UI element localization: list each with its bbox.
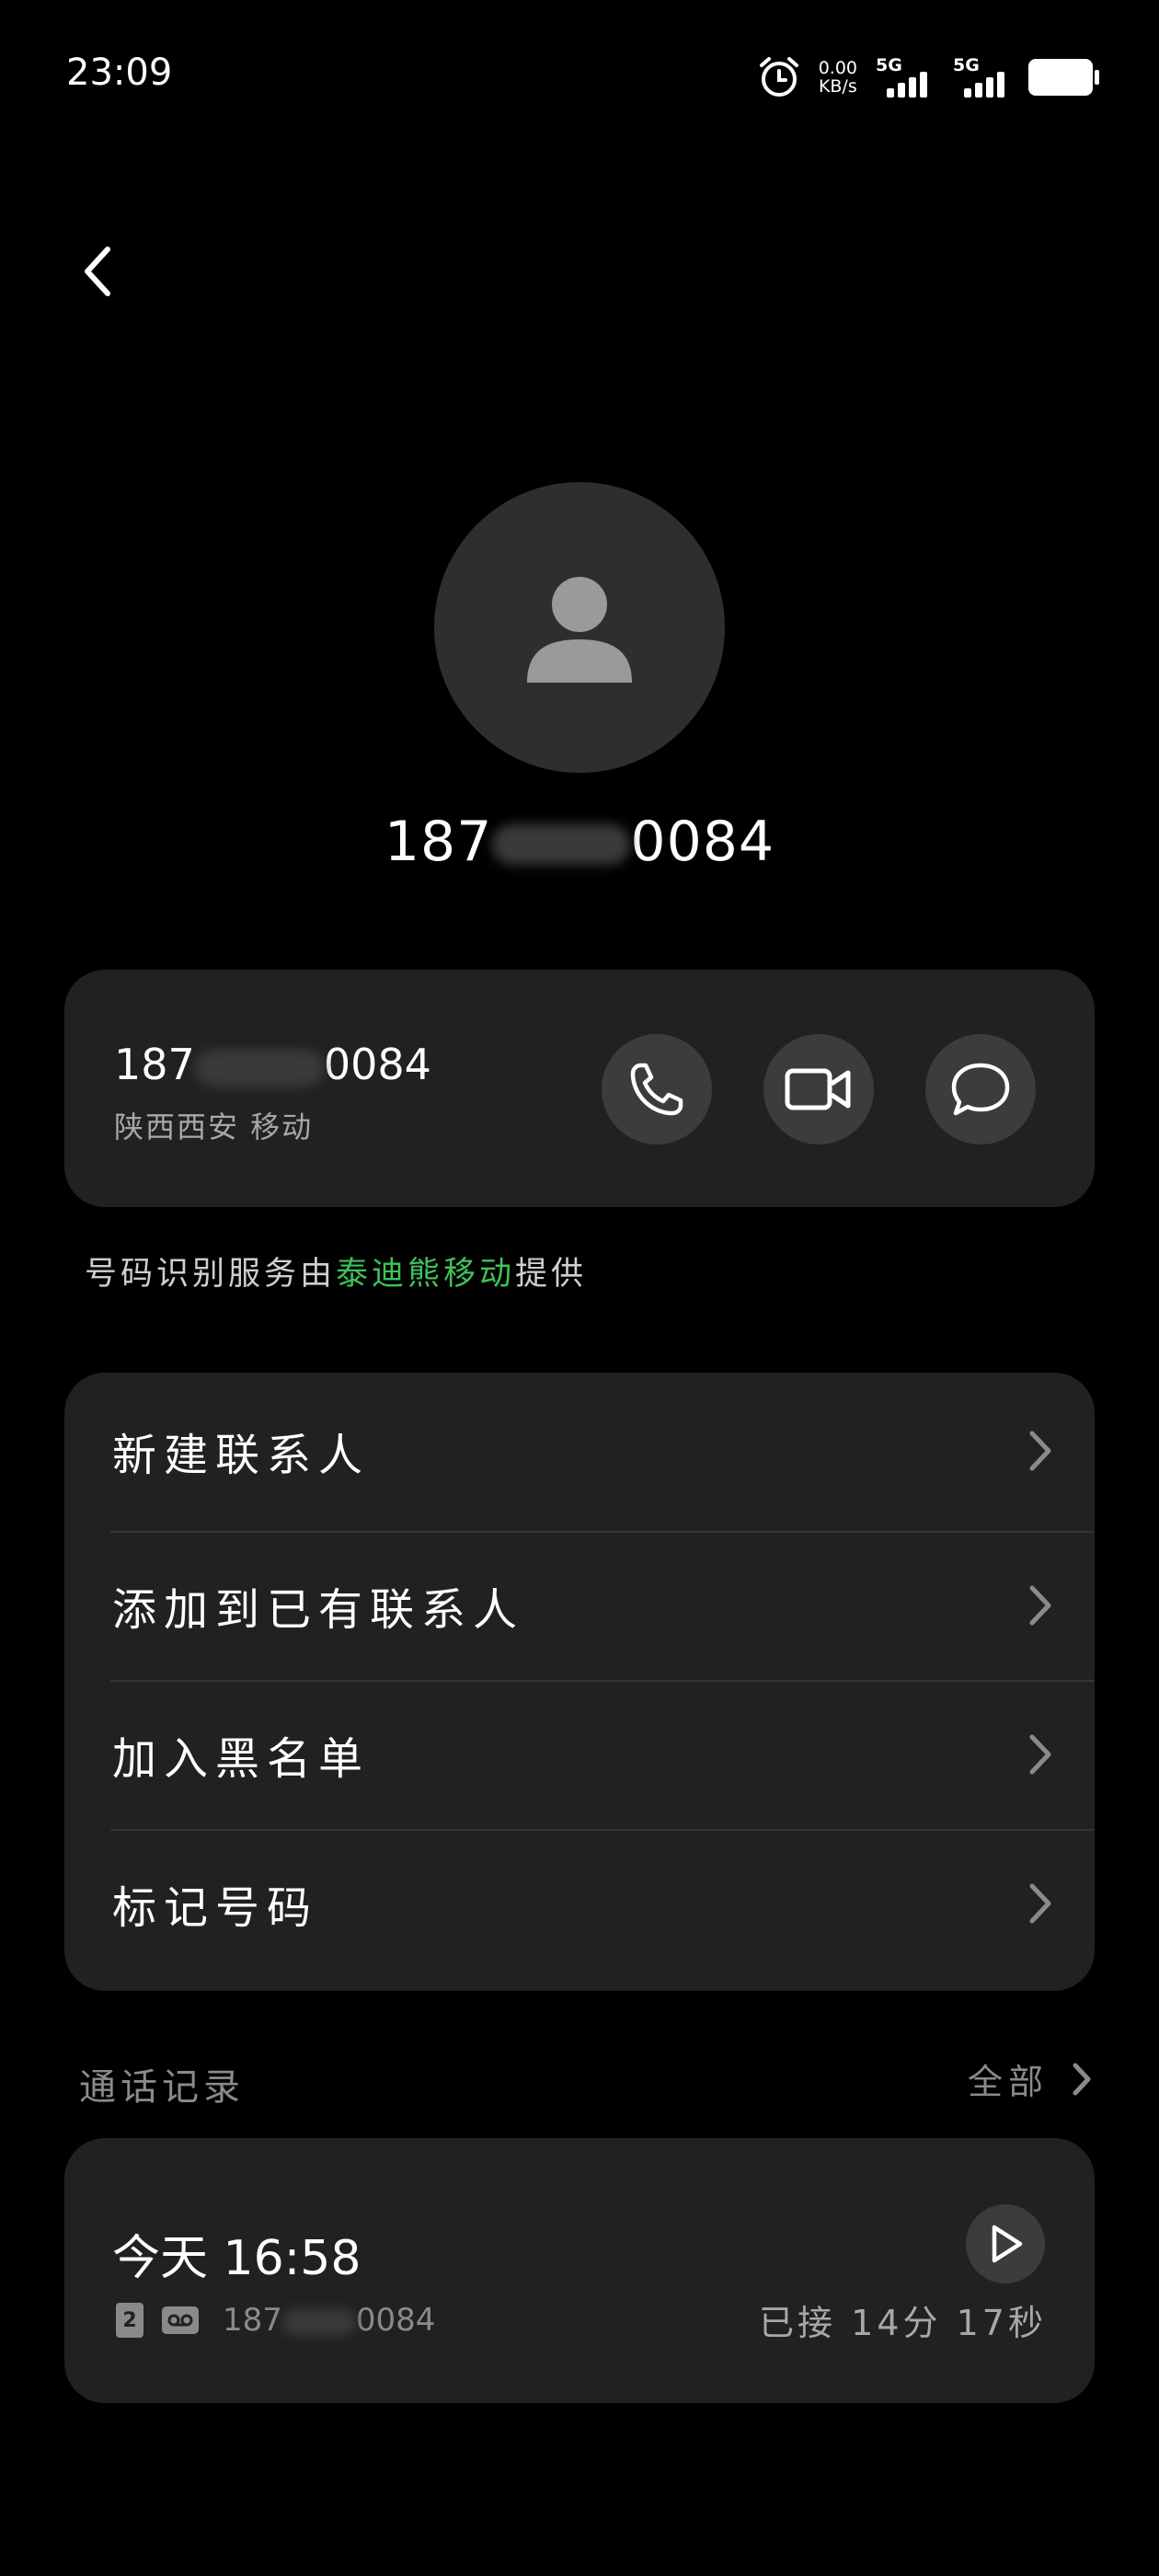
voicemail-icon <box>162 2306 199 2334</box>
signal-1-label: 5G <box>876 55 902 75</box>
play-icon <box>992 2225 1023 2263</box>
provider-note-after: 提供 <box>515 1256 588 1293</box>
call-duration: 已接 14分 17秒 <box>759 2294 1047 2345</box>
duration-sec-unit: 秒 <box>1007 2303 1047 2343</box>
call-log-entry[interactable]: 今天 16:58 2 187 0084 已接 14分 17秒 <box>64 2138 1095 2403</box>
call-log-all-button[interactable]: 全部 <box>968 2053 1093 2104</box>
call-number-suffix: 0084 <box>355 2302 436 2339</box>
status-icons: 0.00 KB/s 5G 5G <box>756 52 1099 103</box>
call-number-prefix: 187 <box>223 2302 282 2339</box>
provider-link[interactable]: 泰迪熊移动 <box>336 1256 515 1293</box>
chevron-right-icon <box>1029 1431 1051 1470</box>
chevron-right-icon <box>1029 1734 1051 1774</box>
menu-item-label: 新建联系人 <box>112 1429 371 1481</box>
call-log-title: 通话记录 <box>79 2066 245 2109</box>
masked-digits <box>492 824 631 866</box>
signal-2: 5G <box>951 55 1012 98</box>
battery-icon <box>1028 59 1099 96</box>
chevron-right-icon <box>1073 2063 1091 2095</box>
duration-sec: 17 <box>956 2303 1008 2343</box>
card-number-prefix: 187 <box>114 1040 195 1089</box>
net-speed-unit: KB/s <box>818 76 857 97</box>
back-button[interactable] <box>64 230 129 313</box>
menu-item-label: 添加到已有联系人 <box>112 1583 525 1636</box>
contact-avatar <box>434 482 725 773</box>
back-arrow-icon <box>85 247 110 296</box>
sim-number: 2 <box>122 2308 137 2332</box>
message-icon <box>951 1063 1010 1116</box>
new-contact-item[interactable]: 新建联系人 <box>64 1376 1095 1524</box>
video-call-button[interactable] <box>763 1034 874 1144</box>
chevron-right-icon <box>1029 1585 1051 1625</box>
provider-note: 号码识别服务由泰迪熊移动提供 <box>85 1248 587 1294</box>
masked-digits <box>194 1049 324 1087</box>
duration-min-unit: 分 <box>902 2303 942 2343</box>
alarm-icon <box>759 57 798 97</box>
call-button[interactable] <box>602 1034 712 1144</box>
person-icon <box>527 577 632 683</box>
mark-number-item[interactable]: 标记号码 <box>64 1829 1095 1977</box>
call-number: 187 0084 <box>223 2302 435 2339</box>
action-menu: 新建联系人 添加到已有联系人 加入黑名单 标记号码 <box>64 1373 1095 1991</box>
net-speed-value: 0.00 <box>818 58 857 78</box>
phone-icon <box>630 1063 683 1116</box>
signal-1: 5G <box>874 55 935 98</box>
number-card: 187 0084 陕西西安 移动 <box>64 970 1095 1207</box>
video-icon <box>785 1068 851 1110</box>
number-location: 陕西西安 移动 <box>114 1110 314 1144</box>
play-recording-button[interactable] <box>966 2204 1045 2283</box>
provider-note-before: 号码识别服务由 <box>85 1256 337 1293</box>
call-status: 已接 <box>759 2303 837 2343</box>
title-number-prefix: 187 <box>384 810 493 874</box>
call-log-all-label: 全部 <box>967 2062 1049 2102</box>
card-number[interactable]: 187 0084 <box>114 1040 431 1089</box>
signal-2-label: 5G <box>953 55 980 75</box>
add-to-blacklist-item[interactable]: 加入黑名单 <box>64 1680 1095 1828</box>
title-number-suffix: 0084 <box>630 810 775 874</box>
call-day: 今天 <box>112 2231 209 2286</box>
title-number: 187 0084 <box>0 810 1159 874</box>
menu-item-label: 标记号码 <box>112 1881 319 1934</box>
call-datetime: 今天 16:58 <box>112 2219 361 2288</box>
add-to-existing-contact-item[interactable]: 添加到已有联系人 <box>64 1531 1095 1679</box>
menu-item-label: 加入黑名单 <box>112 1732 371 1785</box>
masked-digits <box>281 2308 356 2335</box>
message-button[interactable] <box>925 1034 1036 1144</box>
card-number-suffix: 0084 <box>323 1040 431 1089</box>
sim-card-icon: 2 <box>116 2303 143 2338</box>
net-speed: 0.00 KB/s <box>819 59 857 96</box>
duration-min: 14 <box>851 2303 903 2343</box>
status-time: 23:09 <box>66 52 173 94</box>
chevron-right-icon <box>1029 1883 1051 1923</box>
call-meta: 2 187 0084 <box>116 2302 435 2339</box>
call-time: 16:58 <box>223 2231 361 2286</box>
